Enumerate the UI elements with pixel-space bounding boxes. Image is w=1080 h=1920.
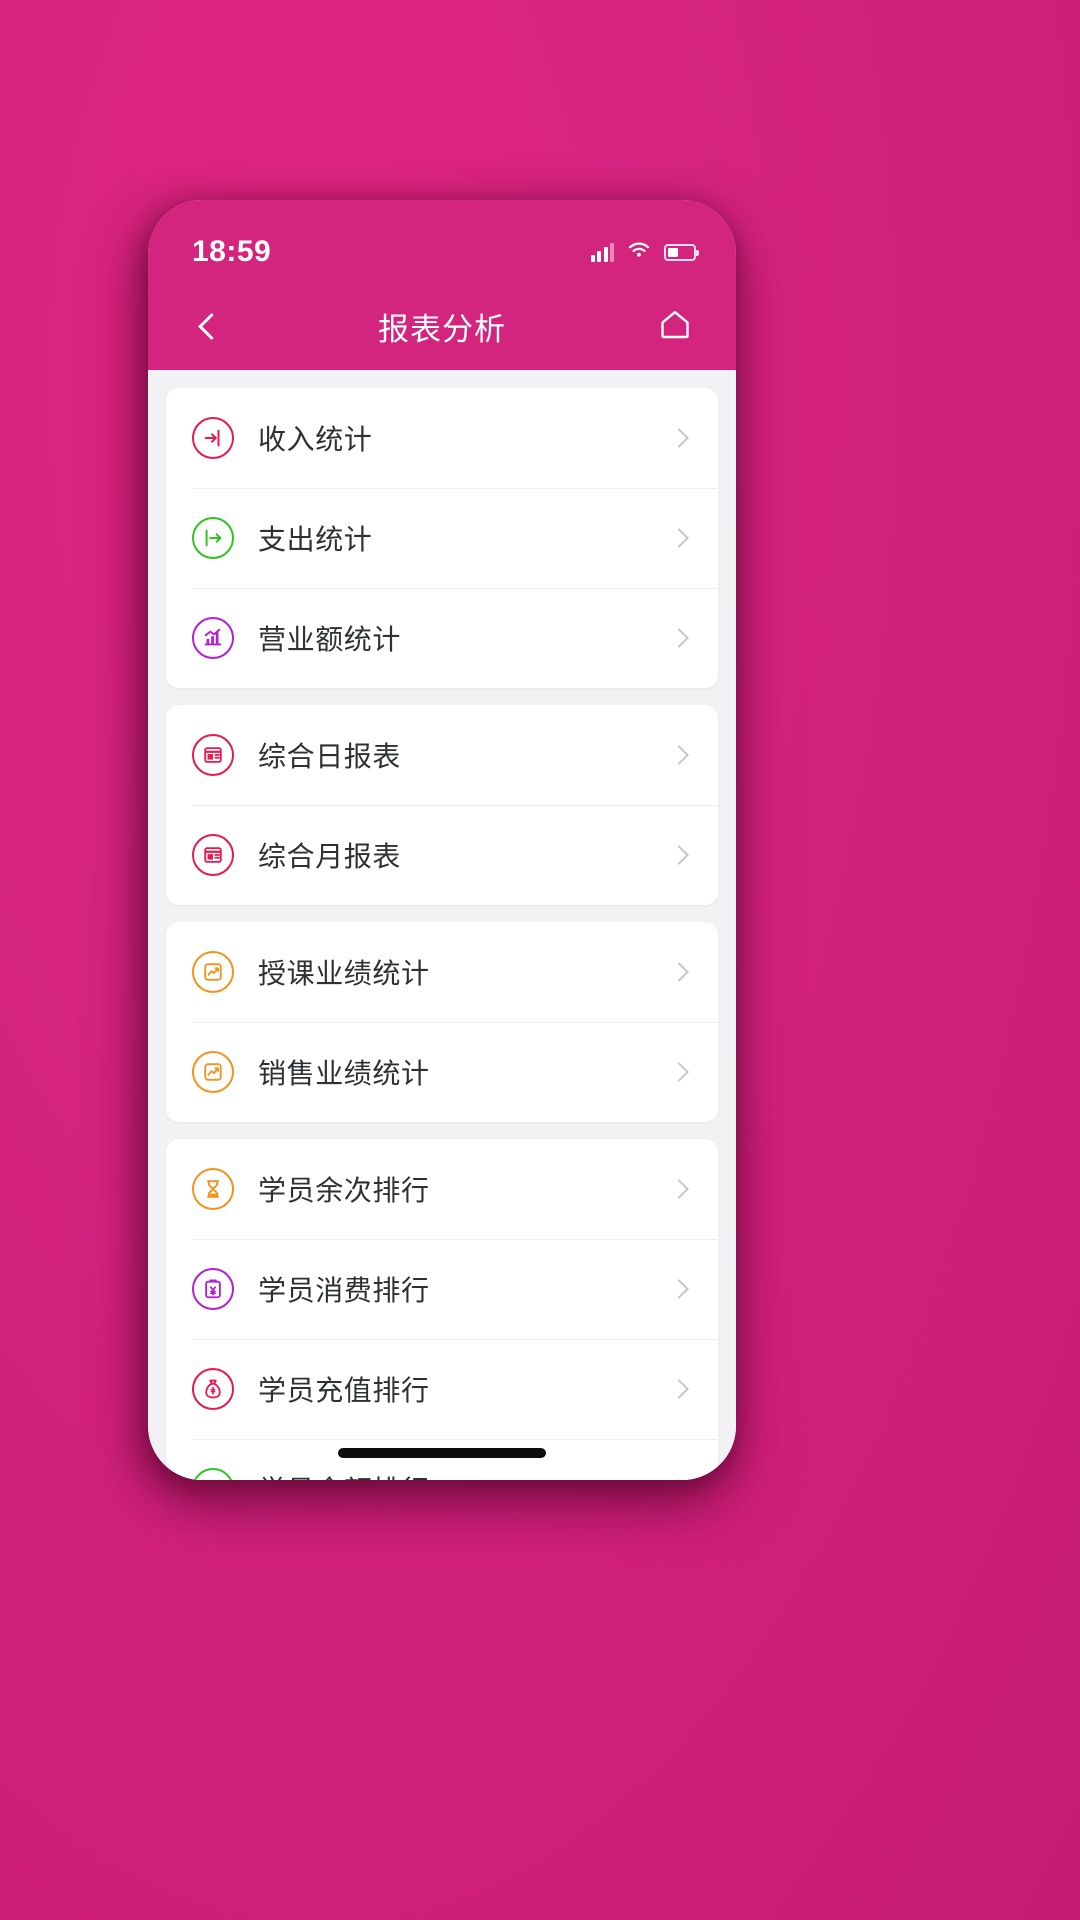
list-item-label: 学员充值排行: [258, 1375, 430, 1406]
clipboard-money-icon: [192, 1268, 234, 1310]
report-list[interactable]: 收入统计 支出统计 营业额统计 综合日报表 综合月报表 授课业绩统计 销售业绩统计 学员余次排…: [148, 370, 736, 1480]
chevron-right-icon: [669, 962, 689, 982]
home-indicator: [338, 1448, 546, 1458]
status-icons: [590, 241, 699, 264]
status-bar: 18:59: [148, 200, 736, 282]
group-performance: 授课业绩统计 销售业绩统计: [166, 922, 718, 1122]
chevron-right-icon: [669, 1179, 689, 1199]
list-item-label: 学员余次排行: [258, 1175, 430, 1206]
home-icon: [659, 309, 691, 344]
daily-report-icon: [192, 734, 234, 776]
list-item-label: 综合月报表: [258, 841, 402, 872]
chevron-right-icon: [669, 628, 689, 648]
list-item[interactable]: 综合日报表: [166, 705, 718, 805]
money-bag-icon: [192, 1368, 234, 1410]
list-item-label: 营业额统计: [258, 624, 402, 655]
list-item[interactable]: 学员充值排行: [166, 1339, 718, 1439]
hourglass-icon: [192, 1168, 234, 1210]
list-item-label: 授课业绩统计: [258, 958, 430, 989]
list-item[interactable]: 销售业绩统计: [166, 1022, 718, 1122]
chevron-right-icon: [669, 1062, 689, 1082]
monthly-report-icon: [192, 834, 234, 876]
cellular-signal-icon: [590, 242, 614, 262]
list-item-label: 销售业绩统计: [258, 1058, 430, 1089]
sales-performance-icon: [192, 1051, 234, 1093]
battery-icon: [664, 243, 699, 261]
list-item[interactable]: 学员余额排行: [166, 1439, 718, 1480]
group-reports: 综合日报表综合月报表: [166, 705, 718, 905]
chevron-right-icon: [669, 1479, 689, 1480]
chevron-right-icon: [669, 528, 689, 548]
list-item-label: 支出统计: [258, 524, 373, 555]
wifi-icon: [627, 241, 651, 264]
list-item[interactable]: 支出统计: [166, 488, 718, 588]
list-item[interactable]: 收入统计: [166, 388, 718, 488]
list-item-label: 学员余额排行: [258, 1469, 672, 1480]
home-button[interactable]: [648, 299, 702, 353]
expense-arrow-out-icon: [192, 517, 234, 559]
status-time: 18:59: [192, 235, 272, 268]
list-item[interactable]: 学员消费排行: [166, 1239, 718, 1339]
nav-bar: 报表分析: [148, 282, 736, 370]
list-item-label: 学员消费排行: [258, 1275, 430, 1306]
chevron-right-icon: [669, 845, 689, 865]
list-item-label: 综合日报表: [258, 741, 402, 772]
chevron-right-icon: [669, 745, 689, 765]
list-item[interactable]: 综合月报表: [166, 805, 718, 905]
revenue-chart-icon: [192, 617, 234, 659]
phone-frame: 18:59 报表分析 收入统计 支出统计 营业额统计 综合日报表 综合月报表 授…: [148, 200, 736, 1480]
group-finance: 收入统计支出统计营业额统计: [166, 388, 718, 688]
chevron-right-icon: [669, 428, 689, 448]
chevron-right-icon: [669, 1279, 689, 1299]
chevron-left-icon: [198, 312, 225, 340]
group-student-rankings: 学员余次排行学员消费排行学员充值排行学员余额排行学员积分排行: [166, 1139, 718, 1480]
list-item-label: 收入统计: [258, 424, 373, 455]
teaching-performance-icon: [192, 951, 234, 993]
back-button[interactable]: [182, 299, 236, 353]
income-arrow-in-icon: [192, 417, 234, 459]
wallet-icon: [192, 1468, 234, 1480]
list-item[interactable]: 授课业绩统计: [166, 922, 718, 1022]
chevron-right-icon: [669, 1379, 689, 1399]
list-item[interactable]: 营业额统计: [166, 588, 718, 688]
list-item[interactable]: 学员余次排行: [166, 1139, 718, 1239]
